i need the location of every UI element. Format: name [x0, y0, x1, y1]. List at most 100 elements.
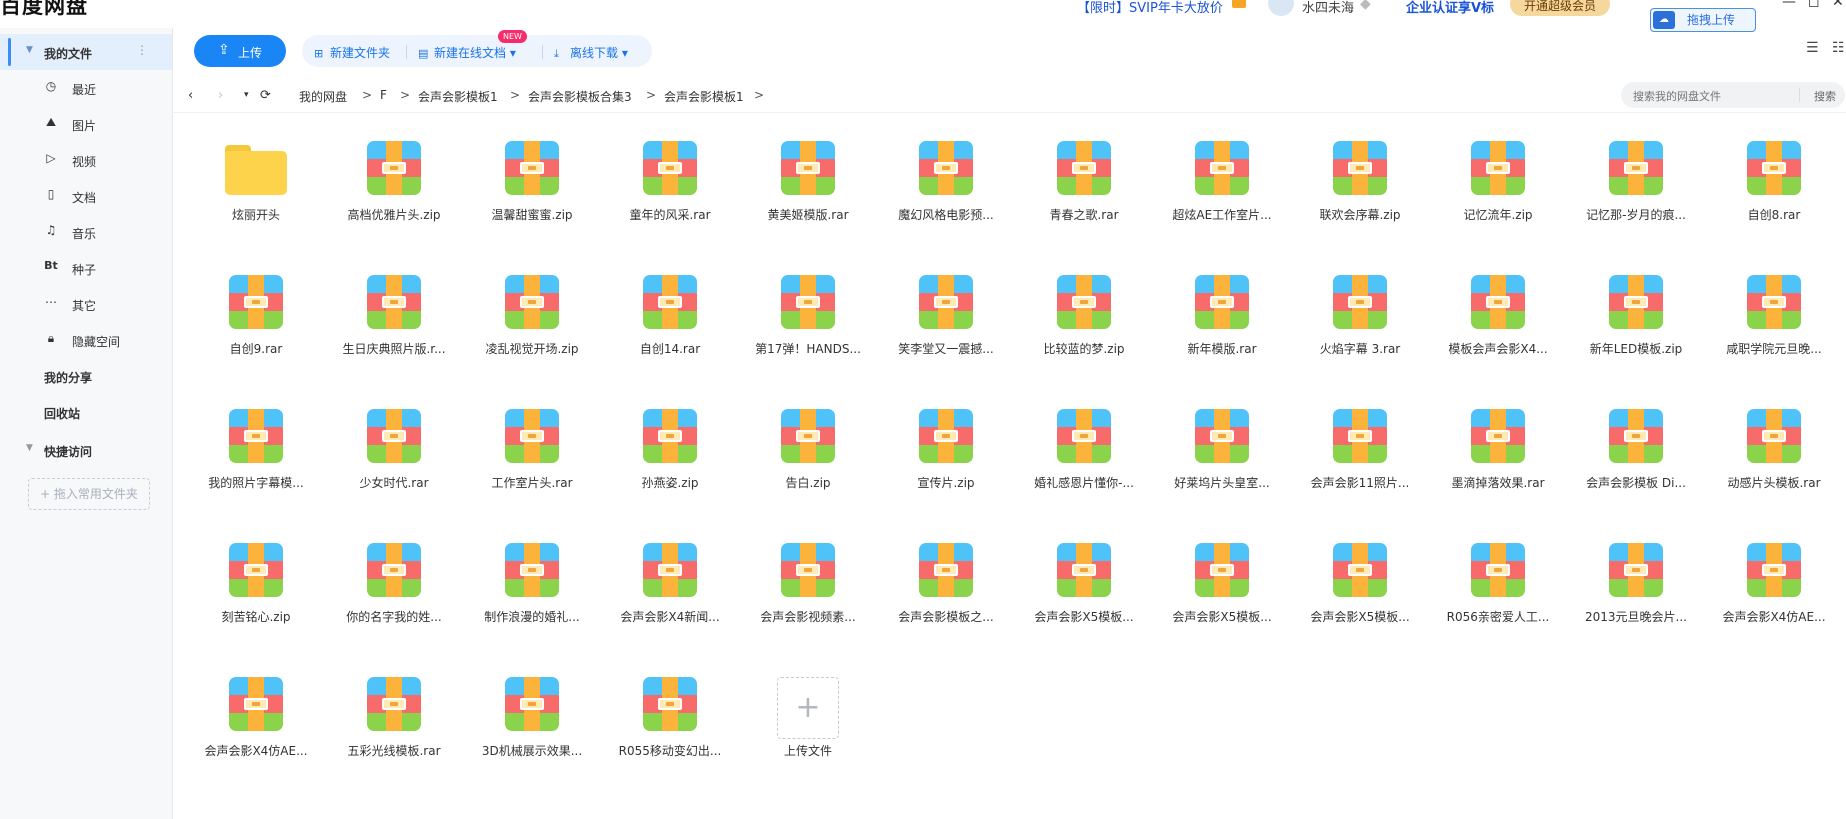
- file-item[interactable]: 第17弹！HANDS...: [739, 265, 877, 389]
- sidebar-item-other[interactable]: ⋯ 其它: [0, 286, 172, 322]
- offline-download-button[interactable]: ⤓ 离线下载 ▾: [554, 44, 628, 61]
- breadcrumb-item[interactable]: F: [380, 88, 387, 102]
- file-item[interactable]: 3D机械展示效果...: [463, 667, 601, 791]
- sidebar-item-torrents[interactable]: Bt 种子: [0, 250, 172, 286]
- sidebar-item-docs[interactable]: ▯ 文档: [0, 178, 172, 214]
- file-item[interactable]: 青春之歌.rar: [1015, 131, 1153, 255]
- open-svip-button[interactable]: 开通超级会员: [1510, 0, 1610, 16]
- file-item[interactable]: 告白.zip: [739, 399, 877, 523]
- gift-icon[interactable]: [1232, 0, 1246, 8]
- maximize-icon[interactable]: ◻: [1808, 0, 1820, 10]
- file-item[interactable]: 自创14.rar: [601, 265, 739, 389]
- file-item[interactable]: 工作室片头.rar: [463, 399, 601, 523]
- file-item[interactable]: 好莱坞片头皇室...: [1153, 399, 1291, 523]
- close-icon[interactable]: ✕: [1832, 0, 1844, 10]
- file-item[interactable]: 炫丽开头: [187, 131, 325, 255]
- archive-icon: [1333, 543, 1387, 597]
- pin-folder-dropzone[interactable]: + 拖入常用文件夹: [28, 478, 150, 510]
- back-icon[interactable]: ‹: [188, 88, 193, 103]
- file-item[interactable]: 会声会影视频素...: [739, 533, 877, 657]
- svip-promo-link[interactable]: 【限时】SVIP年卡大放价: [1077, 0, 1223, 16]
- sidebar-item-hidden-space[interactable]: 🔒︎ 隐藏空间: [0, 322, 172, 358]
- divider: [542, 45, 543, 59]
- file-item[interactable]: 凌乱视觉开场.zip: [463, 265, 601, 389]
- sidebar-item-music[interactable]: ♫ 音乐: [0, 214, 172, 250]
- sort-icon[interactable]: ☰: [1806, 40, 1819, 56]
- breadcrumb-item[interactable]: 我的网盘: [299, 88, 347, 105]
- file-item[interactable]: 新年LED模板.zip: [1567, 265, 1705, 389]
- more-vertical-icon[interactable]: ⋮: [136, 43, 148, 57]
- new-online-doc-button[interactable]: ▤ 新建在线文档 ▾: [418, 44, 516, 61]
- file-item[interactable]: 生日庆典照片版.r...: [325, 265, 463, 389]
- sidebar-item-my-share[interactable]: 我的分享: [0, 358, 172, 394]
- caret-down-icon[interactable]: ▼: [26, 443, 33, 453]
- upload-button[interactable]: ⇪ 上传: [194, 35, 286, 67]
- file-item[interactable]: 自创8.rar: [1705, 131, 1843, 255]
- sidebar-item-images[interactable]: ⛰ 图片: [0, 106, 172, 142]
- upload-file-tile[interactable]: + 上传文件: [739, 667, 877, 791]
- file-item[interactable]: 自创9.rar: [187, 265, 325, 389]
- search-button[interactable]: 搜索: [1814, 88, 1836, 104]
- file-item[interactable]: 会声会影X5模板...: [1153, 533, 1291, 657]
- caret-down-icon[interactable]: ▼: [26, 45, 33, 55]
- file-item[interactable]: 刻苦铭心.zip: [187, 533, 325, 657]
- file-item[interactable]: 会声会影X4仿AE...: [187, 667, 325, 791]
- enterprise-verify-link[interactable]: 企业认证享V标: [1406, 0, 1494, 16]
- history-dropdown-icon[interactable]: ▾: [244, 90, 249, 100]
- drag-upload-button[interactable]: ☁ 拖拽上传: [1650, 8, 1756, 32]
- upload-label: 上传: [238, 46, 263, 60]
- file-item[interactable]: 温馨甜蜜蜜.zip: [463, 131, 601, 255]
- file-item[interactable]: 魔幻风格电影预...: [877, 131, 1015, 255]
- file-item[interactable]: 超炫AE工作室片...: [1153, 131, 1291, 255]
- file-item[interactable]: 童年的风采.rar: [601, 131, 739, 255]
- file-item[interactable]: 火焰字幕 3.rar: [1291, 265, 1429, 389]
- file-item[interactable]: 咸职学院元旦晚...: [1705, 265, 1843, 389]
- sidebar-item-recycle-bin[interactable]: 回收站: [0, 394, 172, 430]
- file-item[interactable]: 宣传片.zip: [877, 399, 1015, 523]
- breadcrumb-item[interactable]: 会声会影模板1: [664, 88, 744, 105]
- file-item[interactable]: R056亲密爱人工...: [1429, 533, 1567, 657]
- file-item[interactable]: 会声会影模板 Di...: [1567, 399, 1705, 523]
- file-item[interactable]: 笑李堂又一震撼...: [877, 265, 1015, 389]
- file-item[interactable]: 少女时代.rar: [325, 399, 463, 523]
- file-item[interactable]: 新年模版.rar: [1153, 265, 1291, 389]
- new-folder-button[interactable]: ⊞ 新建文件夹: [314, 44, 390, 61]
- file-item[interactable]: 模板会声会影X4...: [1429, 265, 1567, 389]
- file-item[interactable]: 黄美姬模版.rar: [739, 131, 877, 255]
- file-item[interactable]: 会声会影X5模板...: [1291, 533, 1429, 657]
- forward-icon[interactable]: ›: [218, 88, 223, 103]
- file-item[interactable]: 会声会影X5模板...: [1015, 533, 1153, 657]
- file-item[interactable]: 高档优雅片头.zip: [325, 131, 463, 255]
- file-item[interactable]: 五彩光线模板.rar: [325, 667, 463, 791]
- file-item[interactable]: 我的照片字幕模...: [187, 399, 325, 523]
- sidebar-item-my-files[interactable]: ▼ 我的文件 ⋮: [0, 34, 172, 70]
- file-item[interactable]: 婚礼感恩片懂你-...: [1015, 399, 1153, 523]
- file-item[interactable]: 记忆流年.zip: [1429, 131, 1567, 255]
- minimize-icon[interactable]: —: [1782, 0, 1796, 10]
- breadcrumb-item[interactable]: 会声会影模板1: [418, 88, 498, 105]
- search-input[interactable]: [1631, 86, 1785, 106]
- file-item[interactable]: 会声会影X4仿AE...: [1705, 533, 1843, 657]
- file-item[interactable]: 动感片头模板.rar: [1705, 399, 1843, 523]
- sidebar-item-quick-access[interactable]: ▼ 快捷访问: [0, 432, 172, 468]
- sidebar-item-videos[interactable]: ▷ 视频: [0, 142, 172, 178]
- file-item[interactable]: 墨滴掉落效果.rar: [1429, 399, 1567, 523]
- file-item[interactable]: 比较蓝的梦.zip: [1015, 265, 1153, 389]
- file-item[interactable]: 2013元旦晚会片...: [1567, 533, 1705, 657]
- refresh-icon[interactable]: ⟳: [260, 88, 271, 103]
- file-item[interactable]: R055移动变幻出...: [601, 667, 739, 791]
- file-item[interactable]: 联欢会序幕.zip: [1291, 131, 1429, 255]
- list-view-icon[interactable]: ☷: [1832, 40, 1845, 56]
- file-item[interactable]: 会声会影X4新闻...: [601, 533, 739, 657]
- file-item[interactable]: 孙燕姿.zip: [601, 399, 739, 523]
- file-item[interactable]: 会声会影模板之...: [877, 533, 1015, 657]
- file-item[interactable]: 记忆那-岁月的痕...: [1567, 131, 1705, 255]
- file-name: 魔幻风格电影预...: [898, 208, 994, 222]
- sidebar-item-recent[interactable]: ◷ 最近: [0, 70, 172, 106]
- breadcrumb-item[interactable]: 会声会影模板合集3: [528, 88, 632, 105]
- file-item[interactable]: 制作浪漫的婚礼...: [463, 533, 601, 657]
- file-item[interactable]: 你的名字我的姓...: [325, 533, 463, 657]
- avatar[interactable]: [1268, 0, 1294, 16]
- file-item[interactable]: 会声会影11照片...: [1291, 399, 1429, 523]
- username[interactable]: 水四未海: [1302, 0, 1354, 16]
